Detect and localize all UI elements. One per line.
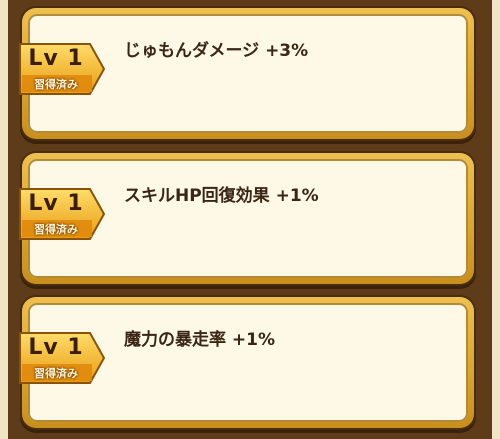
learned-status-label: 習得済み [34, 78, 78, 91]
skill-card[interactable]: じゅもんダメージ +3% Lv 1 習得済み [19, 8, 474, 139]
skill-card[interactable]: 魔力の暴走率 +1% Lv 1 習得済み [19, 297, 474, 428]
skill-name: スキルHP回復効果 +1% [124, 186, 319, 206]
level-label: Lv 1 [28, 46, 84, 71]
level-badge: Lv 1 習得済み [18, 331, 106, 385]
learned-status-label: 習得済み [34, 367, 78, 380]
skill-card[interactable]: スキルHP回復効果 +1% Lv 1 習得済み [19, 153, 474, 284]
learned-status-label: 習得済み [34, 223, 78, 236]
skill-name: じゅもんダメージ +3% [124, 41, 309, 61]
level-label: Lv 1 [28, 191, 84, 216]
skill-name: 魔力の暴走率 +1% [124, 330, 276, 350]
level-badge: Lv 1 習得済み [18, 42, 106, 96]
level-label: Lv 1 [28, 335, 84, 360]
level-badge: Lv 1 習得済み [18, 187, 106, 241]
